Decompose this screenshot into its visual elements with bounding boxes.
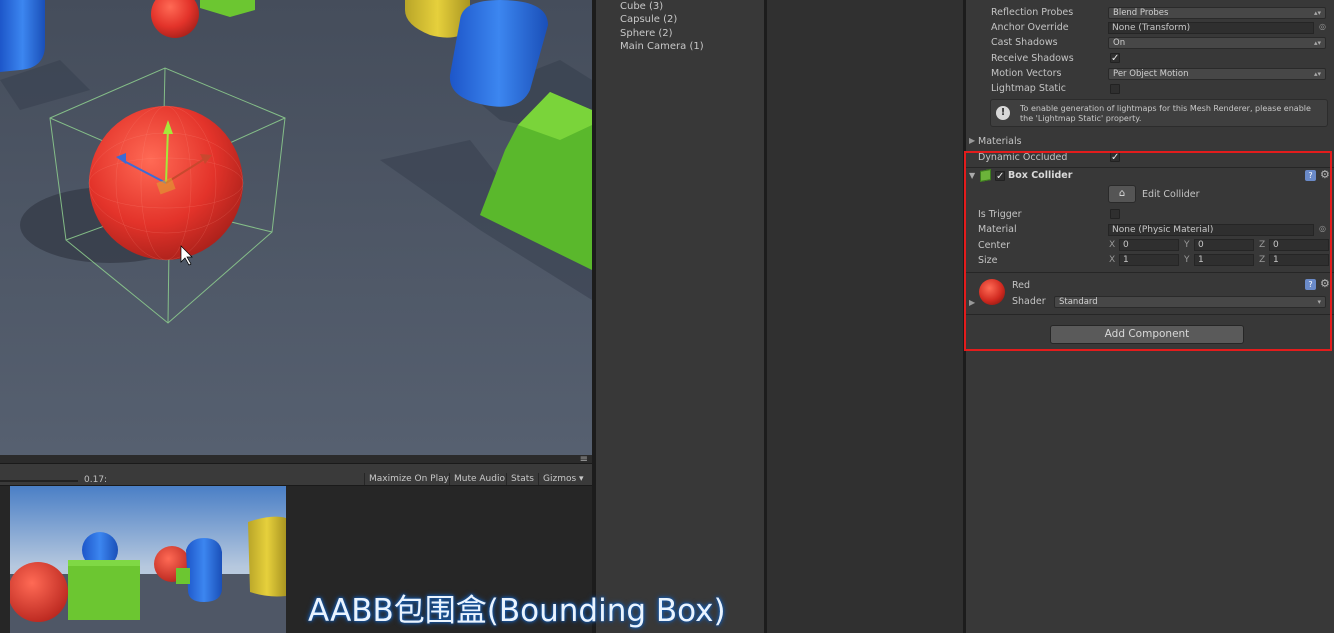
lightmap-static-checkbox[interactable] (1110, 84, 1120, 94)
hierarchy-item-main-camera[interactable]: Main Camera (1) (620, 41, 704, 52)
lightmap-static-label: Lightmap Static (991, 83, 1066, 94)
project-panel (767, 0, 963, 633)
center-z-field[interactable]: 0 (1269, 239, 1329, 251)
size-y-label: Y (1184, 255, 1190, 265)
box-collider-title: Box Collider (1008, 170, 1073, 181)
size-z-label: Z (1259, 255, 1266, 265)
center-x-field[interactable]: 0 (1119, 239, 1179, 251)
lightmap-info-box: ! To enable generation of lightmaps for … (990, 99, 1328, 127)
game-render (10, 486, 286, 633)
green-cube-game (68, 560, 140, 620)
motion-vectors-dropdown[interactable]: Per Object Motion ▴▾ (1108, 68, 1326, 80)
shader-label: Shader (1012, 296, 1046, 307)
center-z-label: Z (1259, 240, 1266, 250)
dropdown-arrow-icon: ▴▾ (1313, 39, 1321, 47)
hierarchy-item-sphere[interactable]: Sphere (2) (620, 28, 673, 39)
motion-vectors-value: Per Object Motion (1113, 69, 1189, 79)
add-component-button[interactable]: Add Component (1050, 325, 1244, 344)
motion-vectors-label: Motion Vectors (991, 68, 1062, 79)
shader-value: Standard (1059, 297, 1098, 307)
cast-shadows-label: Cast Shadows (991, 37, 1058, 48)
dropdown-arrow-icon: ▴▾ (1313, 9, 1321, 17)
panel-menu-icon[interactable]: ≡ (580, 454, 588, 465)
gizmos-dropdown[interactable]: Gizmos (538, 473, 580, 485)
size-x-label: X (1109, 255, 1116, 265)
size-x-field[interactable]: 1 (1119, 254, 1179, 266)
inspector-panel: Reflection Probes Blend Probes ▴▾ Anchor … (966, 0, 1334, 633)
center-x-label: X (1109, 240, 1116, 250)
cast-shadows-dropdown[interactable]: On ▴▾ (1108, 37, 1326, 49)
materials-foldout-icon[interactable]: ▶ (969, 136, 975, 145)
anchor-override-field[interactable]: None (Transform) (1108, 22, 1314, 34)
reflection-probes-label: Reflection Probes (991, 7, 1074, 18)
gizmos-arrow-icon[interactable]: ▾ (575, 473, 588, 485)
scale-value: 0.17: (84, 475, 108, 485)
is-trigger-checkbox[interactable] (1110, 209, 1120, 219)
center-y-field[interactable]: 0 (1194, 239, 1254, 251)
cast-shadows-value: On (1113, 38, 1126, 48)
blue-capsule-left (0, 0, 45, 72)
box-collider-foldout-icon[interactable]: ▼ (969, 171, 975, 180)
info-text-line1: To enable generation of lightmaps for th… (1020, 104, 1311, 113)
scene-view[interactable] (0, 0, 592, 455)
scale-slider[interactable] (0, 480, 78, 482)
center-label: Center (978, 240, 1010, 251)
dropdown-arrow-icon: ▴▾ (1313, 70, 1321, 78)
object-picker-icon[interactable]: ◎ (1319, 224, 1326, 233)
material-label: Material (978, 224, 1017, 235)
game-view-toolbar: 0.17: Maximize On Play Mute Audio Stats … (0, 454, 592, 486)
component-separator (966, 314, 1334, 315)
component-separator (966, 167, 1334, 168)
hierarchy-item-cube[interactable]: Cube (3) (620, 1, 663, 12)
edit-collider-icon: ⌂ (1118, 188, 1126, 199)
video-caption: AABB包围盒(Bounding Box) (308, 593, 726, 629)
reflection-probes-value: Blend Probes (1113, 8, 1169, 18)
edit-collider-label: Edit Collider (1142, 189, 1200, 200)
mute-audio-button[interactable]: Mute Audio (449, 473, 509, 485)
help-icon[interactable]: ? (1305, 170, 1316, 181)
scene-render (0, 0, 592, 455)
material-preview-sphere (979, 279, 1005, 305)
box-collider-icon (980, 169, 991, 182)
gear-icon[interactable]: ⚙ (1320, 277, 1330, 290)
material-name: Red (1012, 280, 1031, 291)
center-y-label: Y (1184, 240, 1190, 250)
receive-shadows-checkbox[interactable]: ✓ (1110, 53, 1120, 64)
size-y-field[interactable]: 1 (1194, 254, 1254, 266)
is-trigger-label: Is Trigger (978, 209, 1022, 220)
component-separator (966, 272, 1334, 273)
gear-icon[interactable]: ⚙ (1320, 168, 1330, 181)
physic-material-field[interactable]: None (Physic Material) (1108, 224, 1314, 236)
materials-label[interactable]: Materials (978, 136, 1022, 147)
dynamic-occluded-label: Dynamic Occluded (978, 152, 1068, 163)
reflection-probes-dropdown[interactable]: Blend Probes ▴▾ (1108, 7, 1326, 19)
receive-shadows-label: Receive Shadows (991, 53, 1074, 64)
hierarchy-item-capsule[interactable]: Capsule (2) (620, 14, 677, 25)
box-collider-enabled-checkbox[interactable]: ✓ (995, 171, 1005, 182)
size-label: Size (978, 255, 998, 266)
dynamic-occluded-checkbox[interactable]: ✓ (1110, 152, 1120, 163)
shader-dropdown[interactable]: Standard ▾ (1054, 296, 1326, 308)
stats-button[interactable]: Stats (506, 473, 538, 485)
anchor-override-label: Anchor Override (991, 22, 1069, 33)
yellow-capsule-game (248, 516, 286, 597)
warning-icon: ! (996, 106, 1010, 120)
maximize-on-play-button[interactable]: Maximize On Play (364, 473, 453, 485)
object-picker-icon[interactable]: ◎ (1319, 22, 1326, 31)
game-view[interactable] (10, 486, 286, 633)
blue-capsule-game (186, 538, 222, 602)
hierarchy-panel: Cube (3) Capsule (2) Sphere (2) Main Cam… (596, 0, 764, 633)
material-foldout-icon[interactable]: ▶ (969, 298, 975, 307)
info-text-line2: the 'Lightmap Static' property. (1020, 114, 1142, 123)
edit-collider-button[interactable]: ⌂ (1108, 185, 1136, 203)
dropdown-arrow-icon: ▾ (1317, 298, 1321, 306)
help-icon[interactable]: ? (1305, 279, 1316, 290)
size-z-field[interactable]: 1 (1269, 254, 1329, 266)
